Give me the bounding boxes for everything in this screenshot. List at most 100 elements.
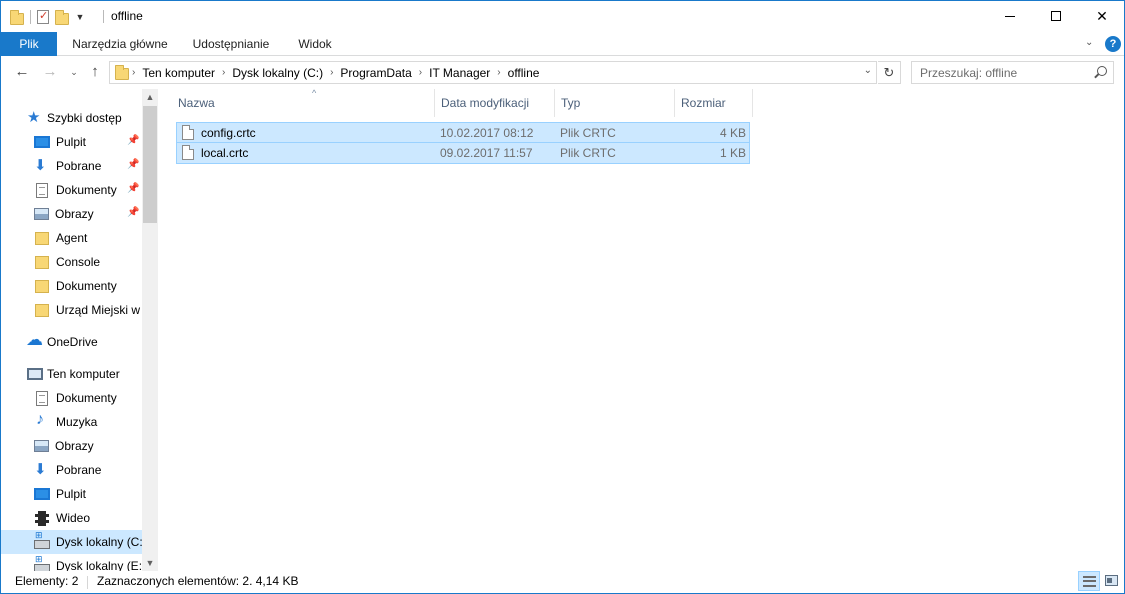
nav-label: Urząd Miejski w [56, 303, 141, 317]
file-list: ^ Nazwa Data modyfikacji Typ Rozmiar con… [158, 88, 1124, 571]
nav-label: Ten komputer [47, 367, 120, 381]
tab-home[interactable]: Narzędzia główne [67, 32, 173, 56]
pin-icon: 📌 [127, 207, 140, 218]
drive-icon [34, 530, 50, 549]
breadcrumb-chevron-icon[interactable]: › [494, 67, 503, 78]
large-icons-view-button[interactable] [1101, 571, 1123, 591]
scroll-up-icon[interactable]: ▲ [142, 89, 158, 105]
breadcrumb-chevron-icon[interactable]: › [416, 67, 425, 78]
nav-folder-urzad[interactable]: Urząd Miejski w [1, 298, 142, 322]
breadcrumb-it-manager[interactable]: IT Manager [425, 66, 494, 80]
nav-pictures-pinned[interactable]: Obrazy 📌 [1, 202, 142, 226]
address-history-dropdown[interactable]: ⌄ [864, 65, 872, 76]
pin-icon: 📌 [127, 135, 140, 146]
address-bar[interactable]: › Ten komputer › Dysk lokalny (C:) › Pro… [109, 61, 877, 84]
column-header-date[interactable]: Data modyfikacji [435, 89, 555, 117]
nav-pc-pictures[interactable]: Obrazy [1, 434, 142, 458]
maximize-button[interactable] [1033, 1, 1079, 31]
nav-desktop-pinned[interactable]: Pulpit 📌 [1, 130, 142, 154]
breadcrumb-this-pc[interactable]: Ten komputer [138, 66, 219, 80]
pin-icon: 📌 [127, 183, 140, 194]
folder-icon [35, 255, 49, 269]
up-button[interactable]: ↑ [86, 63, 104, 81]
scrollbar-thumb[interactable] [143, 106, 157, 223]
navigation-bar: ← → ⌄ ↑ › Ten komputer › Dysk lokalny (C… [1, 57, 1124, 89]
column-header-size[interactable]: Rozmiar [675, 89, 753, 117]
nav-quick-access[interactable]: Szybki dostęp [1, 106, 142, 130]
folder-icon [10, 9, 24, 25]
file-row[interactable]: local.crtc 09.02.2017 11:57 Plik CRTC 1 … [176, 143, 750, 164]
nav-folder-console[interactable]: Console [1, 250, 142, 274]
nav-pc-desktop[interactable]: Pulpit [1, 482, 142, 506]
column-header-name[interactable]: ^ Nazwa [172, 88, 435, 117]
back-button[interactable]: ← [13, 63, 31, 81]
window-title: offline [111, 9, 143, 23]
properties-icon[interactable] [37, 9, 49, 24]
nav-pc-downloads[interactable]: Pobrane [1, 458, 142, 482]
nav-folder-agent[interactable]: Agent [1, 226, 142, 250]
star-icon [27, 108, 43, 126]
nav-this-pc[interactable]: Ten komputer [1, 362, 142, 386]
desktop-icon [34, 136, 50, 148]
nav-label: Console [56, 255, 101, 269]
customize-toolbar-dropdown[interactable]: ▼ [75, 12, 85, 22]
status-divider [87, 576, 88, 589]
status-bar: Elementy: 2 Zaznaczonych elementów: 2. 4… [1, 571, 1124, 593]
file-row[interactable]: config.crtc 10.02.2017 08:12 Plik CRTC 4… [176, 122, 750, 143]
close-button[interactable]: ✕ [1079, 1, 1125, 31]
nav-pc-videos[interactable]: Wideo [1, 506, 142, 530]
breadcrumb-chevron-icon[interactable]: › [129, 67, 138, 78]
search-input[interactable] [912, 62, 1082, 83]
breadcrumb-programdata[interactable]: ProgramData [336, 66, 415, 80]
details-view-button[interactable] [1078, 571, 1100, 591]
nav-label: Obrazy [55, 207, 94, 221]
file-size: 4 KB [719, 126, 746, 140]
nav-downloads-pinned[interactable]: Pobrane 📌 [1, 154, 142, 178]
help-icon[interactable]: ? [1105, 36, 1121, 52]
nav-label: Obrazy [55, 439, 94, 453]
file-type: Plik CRTC [560, 146, 616, 160]
nav-pc-documents[interactable]: Dokumenty [1, 386, 142, 410]
nav-onedrive[interactable]: OneDrive [1, 330, 142, 354]
navigation-scrollbar[interactable]: ▲ ▼ [142, 89, 158, 571]
file-name: local.crtc [201, 146, 249, 160]
folder-icon [35, 231, 49, 245]
nav-documents-pinned[interactable]: Dokumenty 📌 [1, 178, 142, 202]
breadcrumb-local-disk[interactable]: Dysk lokalny (C:) [228, 66, 327, 80]
video-icon [35, 510, 49, 526]
nav-label: Muzyka [56, 415, 98, 429]
search-box[interactable] [911, 61, 1114, 84]
maximize-icon [1051, 11, 1061, 21]
folder-icon [35, 303, 49, 317]
recent-locations-dropdown[interactable]: ⌄ [65, 63, 83, 81]
refresh-button[interactable]: ↻ [878, 61, 901, 84]
search-icon[interactable] [1097, 66, 1107, 76]
forward-button[interactable]: → [41, 63, 59, 81]
tab-view[interactable]: Widok [289, 32, 341, 56]
breadcrumb-offline[interactable]: offline [504, 66, 544, 80]
column-header-type[interactable]: Typ [555, 89, 675, 117]
nav-label: Dokumenty [56, 183, 117, 197]
breadcrumb-chevron-icon[interactable]: › [219, 67, 228, 78]
expand-ribbon-icon[interactable]: ⌄ [1085, 37, 1093, 48]
tab-share[interactable]: Udostępnianie [185, 32, 277, 56]
quick-access-toolbar: ▼ [10, 8, 85, 26]
breadcrumb-chevron-icon[interactable]: › [327, 67, 336, 78]
new-folder-icon[interactable] [55, 9, 69, 25]
item-count: Elementy: 2 [15, 574, 79, 588]
nav-local-disk-e[interactable]: Dysk lokalny (E:) [1, 554, 142, 571]
scroll-down-icon[interactable]: ▼ [142, 555, 158, 571]
title-bar: ▼ offline ✕ [1, 1, 1124, 32]
pictures-icon [34, 208, 49, 220]
nav-folder-dokumenty[interactable]: Dokumenty [1, 274, 142, 298]
downloads-icon [34, 460, 50, 478]
folder-icon [35, 279, 49, 293]
nav-label: Szybki dostęp [47, 111, 122, 125]
minimize-button[interactable] [987, 1, 1033, 31]
tab-file[interactable]: Plik [1, 32, 57, 56]
navigation-pane: Szybki dostęp Pulpit 📌 Pobrane 📌 Dokumenty… [1, 89, 158, 571]
pictures-icon [34, 440, 49, 452]
nav-local-disk-c[interactable]: Dysk lokalny (C:) [1, 530, 142, 554]
nav-label: Dysk lokalny (E:) [56, 559, 142, 571]
nav-pc-music[interactable]: Muzyka [1, 410, 142, 434]
